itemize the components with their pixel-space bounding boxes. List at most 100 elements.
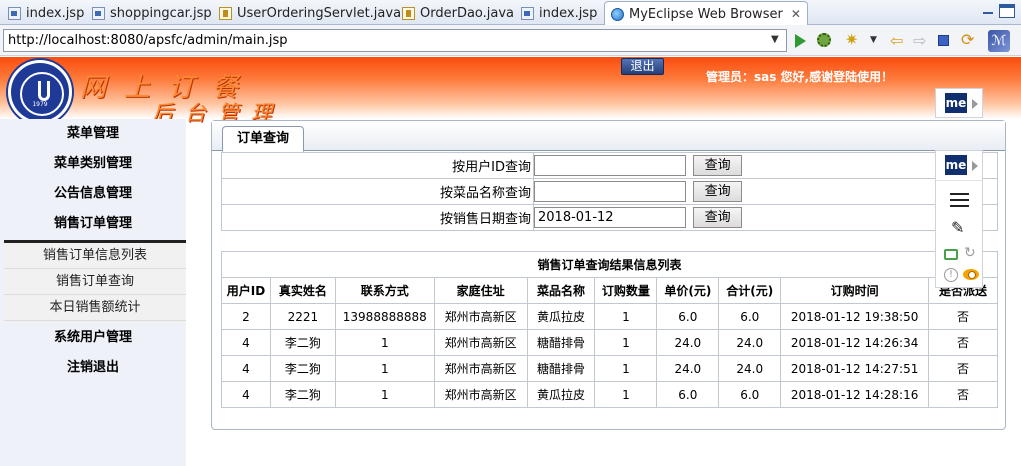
reload-icon[interactable]: ↻ [964, 245, 976, 261]
menu-icon[interactable] [950, 193, 969, 207]
cell-dish-name: 黄瓜拉皮 [526, 381, 596, 408]
sidebar-item-menu-category[interactable]: 菜单类别管理 [0, 149, 186, 179]
cell-user-id: 4 [221, 381, 271, 408]
cell-contact: 1 [334, 355, 435, 382]
search-row-user-id: 按用户ID查询 查询 [221, 152, 998, 179]
editor-tab-web-browser[interactable]: MyEclipse Web Browser ✕ [604, 1, 808, 26]
submenu-item-order-list[interactable]: 销售订单信息列表 [4, 243, 186, 269]
content-panel: 订单查询 按用户ID查询 查询 按菜品名称查询 查询 按销售日期查询 2018-… [211, 120, 1006, 430]
user-id-input[interactable] [534, 155, 686, 176]
table-row: 2 2221 13988888888 郑州市高新区 黄瓜拉皮 1 6.0 6.0… [221, 303, 998, 330]
results-table: 销售订单查询结果信息列表 用户ID 真实姓名 联系方式 家庭住址 菜品名称 订购… [221, 251, 998, 408]
table-row: 4 李二狗 1 郑州市高新区 糖醋排骨 1 24.0 24.0 2018-01-… [221, 355, 998, 382]
cell-delivered: 否 [928, 381, 998, 408]
sales-orders-submenu: 销售订单信息列表 销售订单查询 本日销售额统计 [4, 240, 186, 323]
cell-user-id: 4 [221, 329, 271, 356]
column-header: 家庭住址 [433, 277, 528, 304]
query-sale-date-button[interactable]: 查询 [693, 207, 743, 228]
table-row: 4 李二狗 1 郑州市高新区 黄瓜拉皮 1 6.0 6.0 2018-01-12… [221, 381, 998, 408]
favorite-dropdown-icon[interactable]: ▼ [870, 35, 888, 53]
cell-user-id: 2 [221, 303, 271, 330]
globe-icon [611, 7, 624, 21]
cell-delivered: 否 [928, 329, 998, 356]
column-header: 订购数量 [594, 277, 658, 304]
sidebar-item-sales-orders[interactable]: 销售订单管理 [0, 209, 186, 239]
web-page: 网上订餐 后台管理 退出 管理员：sas 您好,感谢登陆使用！ 菜单管理 菜单类… [0, 57, 1021, 466]
column-header: 订购时间 [780, 277, 930, 304]
logout-button[interactable]: 退出 [621, 58, 664, 75]
content-tab-strip: 订单查询 [212, 121, 1005, 152]
sidebar-item-announcement[interactable]: 公告信息管理 [0, 179, 186, 209]
maximize-icon[interactable] [999, 4, 1015, 18]
table-row: 4 李二狗 1 郑州市高新区 糖醋排骨 1 24.0 24.0 2018-01-… [221, 329, 998, 356]
warning-icon[interactable]: ! [944, 268, 958, 282]
url-input[interactable] [3, 29, 787, 52]
editor-tab-label: UserOrderingServlet.java [237, 5, 402, 21]
cell-real-name: 李二狗 [269, 381, 336, 408]
editor-tab-label: MyEclipse Web Browser [629, 6, 783, 22]
close-icon[interactable]: ✕ [791, 7, 801, 21]
favorite-star-icon[interactable]: ✷ [845, 30, 863, 49]
chevron-down-icon[interactable]: ▼ [771, 34, 779, 45]
jsp-file-icon [8, 6, 21, 20]
debug-icon[interactable] [817, 33, 831, 47]
cell-order-time: 2018-01-12 14:27:51 [780, 355, 930, 382]
query-dish-name-button[interactable]: 查询 [693, 181, 743, 202]
editor-tab-bar: index.jsp shoppingcar.jsp UserOrderingSe… [0, 0, 1021, 26]
cell-contact: 1 [334, 329, 435, 356]
submenu-item-order-query[interactable]: 销售订单查询 [4, 269, 186, 295]
myeclipse-badge[interactable]: me [935, 88, 983, 118]
cell-total: 24.0 [718, 329, 782, 356]
editor-tab-shoppingcar-jsp[interactable]: shoppingcar.jsp [86, 2, 218, 24]
search-label-dish-name: 按菜品名称查询 [221, 178, 534, 205]
java-file-icon [402, 6, 415, 20]
java-file-icon [219, 6, 232, 20]
cell-unit-price: 6.0 [656, 381, 720, 408]
column-header: 合计(元) [718, 277, 782, 304]
editor-tab-orderdao-java[interactable]: OrderDao.java [396, 2, 520, 24]
myeclipse-logo-icon[interactable]: ℳ [988, 30, 1010, 52]
sidebar-item-logout[interactable]: 注销退出 [0, 353, 186, 383]
query-user-id-button[interactable]: 查询 [693, 155, 743, 176]
cell-quantity: 1 [594, 355, 658, 382]
welcome-text: 管理员：sas 您好,感谢登陆使用！ [706, 70, 894, 84]
cast-icon[interactable] [944, 249, 958, 260]
editor-tab-index-jsp[interactable]: index.jsp [2, 2, 90, 24]
dish-name-input[interactable] [534, 181, 686, 202]
me-logo-icon: me [945, 155, 967, 175]
chevron-right-icon [972, 161, 978, 171]
me-logo-icon: me [945, 93, 967, 113]
column-header: 真实姓名 [269, 277, 336, 304]
cell-address: 郑州市高新区 [433, 355, 528, 382]
cell-real-name: 李二狗 [269, 329, 336, 356]
myeclipse-panel-logo[interactable]: me [936, 151, 982, 181]
sidebar-item-menu[interactable]: 菜单管理 [0, 119, 186, 149]
back-arrow-icon[interactable]: ⇦ [890, 31, 908, 50]
sidebar-item-system-users[interactable]: 系统用户管理 [0, 323, 186, 353]
cell-total: 24.0 [718, 355, 782, 382]
magic-wand-icon[interactable]: ✎ [951, 219, 969, 237]
cell-delivered: 否 [928, 303, 998, 330]
myeclipse-tools-panel: me ✎ ↻ ! [935, 150, 983, 288]
editor-tab-userorderingservlet-java[interactable]: UserOrderingServlet.java [213, 2, 407, 24]
column-header: 单价(元) [656, 277, 720, 304]
editor-tab-label: shoppingcar.jsp [110, 5, 212, 21]
forward-arrow-icon[interactable]: ⇨ [913, 31, 931, 50]
submenu-item-daily-sales[interactable]: 本日销售额统计 [4, 295, 186, 321]
editor-tab-index-jsp-2[interactable]: index.jsp [515, 2, 603, 24]
sale-date-input[interactable] [534, 207, 686, 228]
refresh-icon[interactable]: ⟳ [961, 30, 979, 49]
cell-order-time: 2018-01-12 19:38:50 [780, 303, 930, 330]
search-row-sale-date: 按销售日期查询 查询 [221, 204, 998, 231]
cell-unit-price: 6.0 [656, 303, 720, 330]
eye-icon[interactable] [963, 269, 979, 280]
cell-dish-name: 糖醋排骨 [526, 329, 596, 356]
jsp-file-icon [521, 6, 534, 20]
stop-icon[interactable] [938, 35, 949, 46]
cell-total: 6.0 [718, 381, 782, 408]
university-seal-icon [8, 60, 72, 124]
tab-order-query[interactable]: 订单查询 [222, 126, 304, 152]
minimize-icon[interactable] [980, 4, 996, 18]
column-header: 联系方式 [334, 277, 435, 304]
go-icon[interactable] [795, 34, 806, 48]
